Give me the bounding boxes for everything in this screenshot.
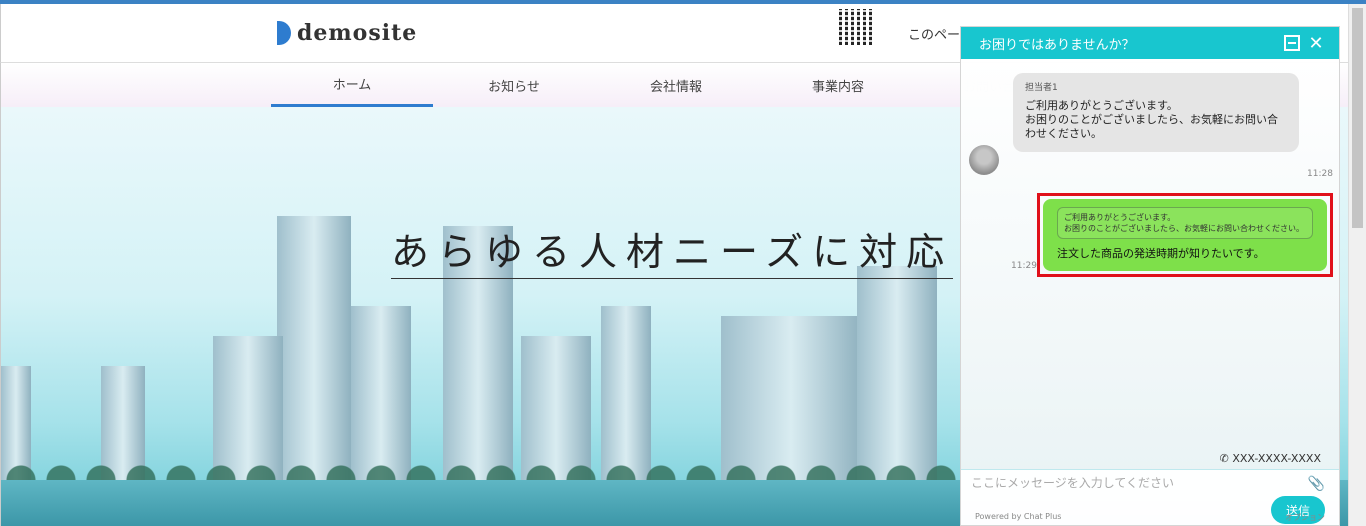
building — [351, 306, 411, 486]
logo-text: demosite — [297, 20, 418, 46]
minimize-icon — [1284, 35, 1300, 51]
options-link[interactable]: オプション — [1285, 512, 1325, 523]
user-message-time: 11:29 — [1011, 261, 1037, 271]
building — [857, 266, 937, 486]
qr-code-icon — [839, 9, 875, 45]
user-message-bubble: ご利用ありがとうございます。 お困りのことがございましたら、お気軽にお問い合わせ… — [1043, 199, 1327, 271]
quoted-line: お困りのことがございましたら、お気軽にお問い合わせください。 — [1064, 224, 1304, 234]
quoted-line: ご利用ありがとうございます。 — [1064, 213, 1176, 222]
chat-header: お困りではありませんか？ ✕ — [961, 27, 1339, 59]
chat-title: お困りではありませんか？ — [979, 37, 1135, 53]
page-scrollbar[interactable] — [1348, 4, 1366, 526]
phone-text: XXX-XXXX-XXXX — [1232, 452, 1321, 465]
hero-headline: あらゆる人材ニーズに対応 — [391, 221, 954, 279]
chat-messages[interactable]: 担当者1 ご利用ありがとうございます。 お困りのことがございましたら、お気軽にお… — [961, 59, 1339, 469]
site-logo[interactable]: demosite — [277, 20, 417, 46]
close-button[interactable]: ✕ — [1307, 32, 1325, 54]
agent-message-bubble: 担当者1 ご利用ありがとうございます。 お困りのことがございましたら、お気軽にお… — [1013, 73, 1299, 152]
nav-item-home[interactable]: ホーム — [271, 63, 433, 107]
close-icon: ✕ — [1308, 32, 1324, 54]
agent-message-time: 11:28 — [1307, 169, 1333, 179]
logo-mark-icon — [277, 21, 291, 45]
agent-message-line: お困りのことがございましたら、お気軽にお問い合わせください。 — [1025, 112, 1278, 141]
minimize-button[interactable] — [1283, 34, 1301, 52]
phone-icon: ✆ — [1219, 452, 1229, 465]
quoted-message: ご利用ありがとうございます。 お困りのことがございましたら、お気軽にお問い合わせ… — [1057, 207, 1313, 240]
agent-message-line: ご利用ありがとうございます。 — [1025, 98, 1178, 112]
user-message-text: 注文した商品の発送時期が知りたいです。 — [1057, 247, 1265, 261]
nav-item-business[interactable]: 事業内容 — [757, 63, 919, 107]
powered-by-text: Powered by Chat Plus — [975, 512, 1062, 521]
attach-icon[interactable]: 📎 — [1308, 476, 1325, 492]
building — [601, 306, 651, 486]
scrollbar-thumb[interactable] — [1352, 8, 1363, 228]
agent-avatar — [969, 145, 999, 175]
message-input[interactable]: ここにメッセージを入力してください — [971, 474, 1329, 491]
agent-name: 担当者1 — [1025, 83, 1058, 93]
nav-item-news[interactable]: お知らせ — [433, 63, 595, 107]
chat-footer: Powered by Chat Plus オプション — [975, 512, 1325, 523]
nav-item-company[interactable]: 会社情報 — [595, 63, 757, 107]
phone-number[interactable]: ✆ XXX-XXXX-XXXX — [1220, 452, 1321, 465]
building — [277, 216, 351, 486]
chat-widget: お困りではありませんか？ ✕ 担当者1 ご利用ありがとうございます。 お困りのこ… — [960, 26, 1340, 526]
